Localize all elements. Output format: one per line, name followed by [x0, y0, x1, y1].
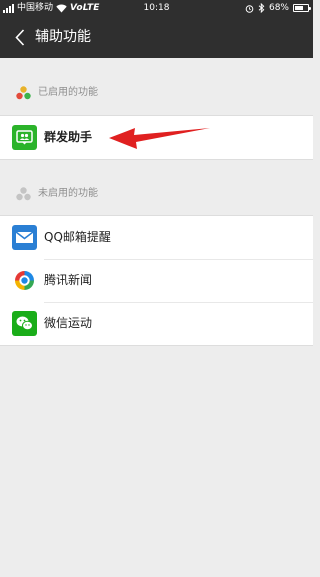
battery-percent: 68% — [268, 3, 289, 13]
disabled-features-list: QQ邮箱提醒 腾讯新闻 微信运动 — [0, 215, 313, 346]
feature-row-wechat-sport[interactable]: 微信运动 — [0, 302, 313, 345]
status-right: 68% — [245, 0, 311, 16]
disabled-section-header: 未启用的功能 — [0, 181, 313, 207]
alarm-icon — [245, 4, 254, 13]
feature-label: QQ邮箱提醒 — [44, 230, 111, 244]
bluetooth-icon — [258, 3, 265, 13]
feature-label: 群发助手 — [44, 130, 93, 144]
disabled-section-label: 未启用的功能 — [38, 188, 98, 199]
navigation-bar: 辅助功能 — [0, 16, 313, 58]
feature-label: 腾讯新闻 — [44, 273, 93, 287]
annotation-arrow-icon — [109, 128, 210, 149]
enabled-section-label: 已启用的功能 — [38, 87, 98, 98]
mass-message-icon — [12, 125, 37, 150]
feature-row-qq-mail[interactable]: QQ邮箱提醒 — [0, 216, 313, 259]
enabled-section-header: 已启用的功能 — [0, 80, 313, 106]
chevron-left-icon — [15, 28, 25, 46]
page-title: 辅助功能 — [35, 29, 91, 45]
wechat-sport-icon — [12, 311, 37, 336]
battery-level-fill — [295, 6, 304, 10]
battery-icon — [293, 4, 311, 12]
back-button[interactable] — [10, 25, 30, 49]
mail-icon — [12, 225, 37, 250]
status-bar: 中国移动 VoLTE 10:18 68% — [0, 0, 313, 16]
accessibility-features-screen: 中国移动 VoLTE 10:18 68% 辅助功能 已启用的功能 群发助手 未启… — [0, 0, 313, 577]
tencent-news-icon — [12, 268, 37, 293]
feature-label: 微信运动 — [44, 316, 93, 330]
feature-row-tencent-news[interactable]: 腾讯新闻 — [0, 259, 313, 302]
colored-dots-icon — [16, 86, 31, 100]
gray-dots-icon — [16, 187, 31, 201]
